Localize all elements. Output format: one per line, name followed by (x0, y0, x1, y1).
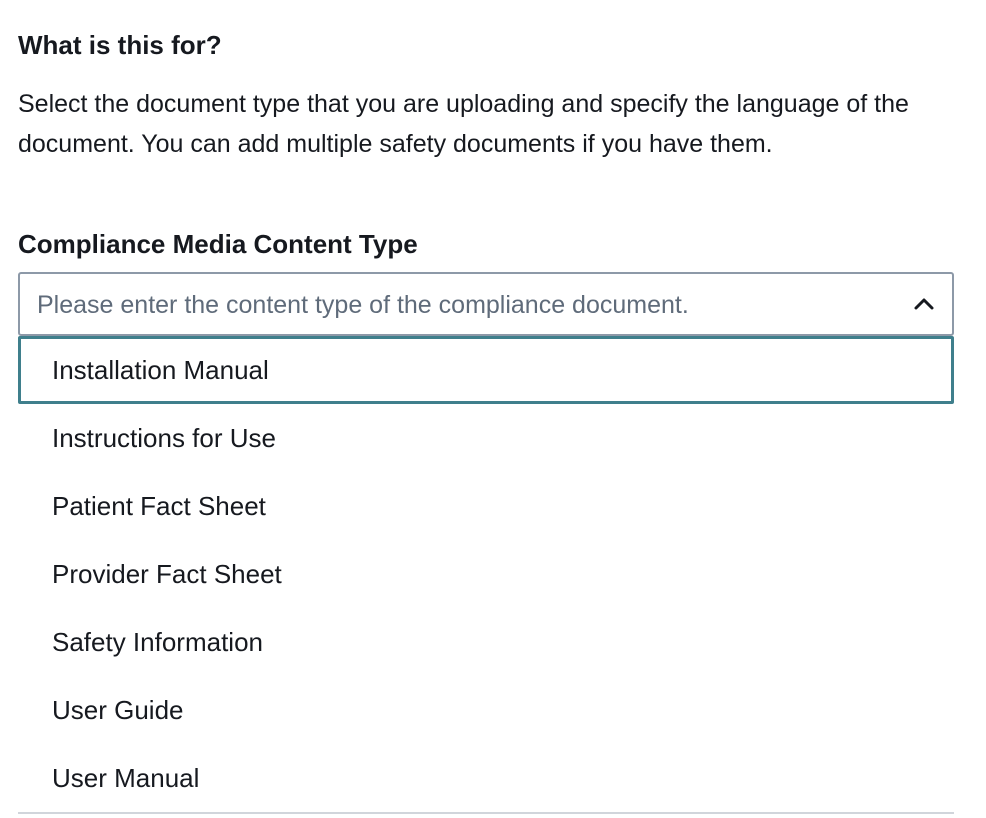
option-patient-fact-sheet[interactable]: Patient Fact Sheet (18, 472, 954, 540)
option-label: Instructions for Use (52, 423, 276, 453)
option-instructions-for-use[interactable]: Instructions for Use (18, 404, 954, 472)
option-label: User Manual (52, 763, 200, 793)
content-type-placeholder: Please enter the content type of the com… (37, 291, 689, 319)
option-provider-fact-sheet[interactable]: Provider Fact Sheet (18, 540, 954, 608)
option-label: Provider Fact Sheet (52, 559, 282, 589)
option-user-guide[interactable]: User Guide (18, 676, 954, 744)
content-type-options-list: Installation Manual Instructions for Use… (18, 336, 954, 814)
option-label: Installation Manual (52, 355, 269, 385)
option-label: Patient Fact Sheet (52, 491, 266, 521)
content-type-select[interactable]: Please enter the content type of the com… (18, 272, 954, 336)
option-label: User Guide (52, 695, 184, 725)
option-safety-information[interactable]: Safety Information (18, 608, 954, 676)
option-user-manual[interactable]: User Manual (18, 744, 954, 812)
section-description: Select the document type that you are up… (18, 90, 909, 158)
content-type-label: Compliance Media Content Type (18, 229, 418, 259)
option-installation-manual[interactable]: Installation Manual (18, 336, 954, 404)
section-heading: What is this for? (18, 30, 222, 60)
chevron-up-icon[interactable] (912, 292, 936, 316)
option-label: Safety Information (52, 627, 263, 657)
